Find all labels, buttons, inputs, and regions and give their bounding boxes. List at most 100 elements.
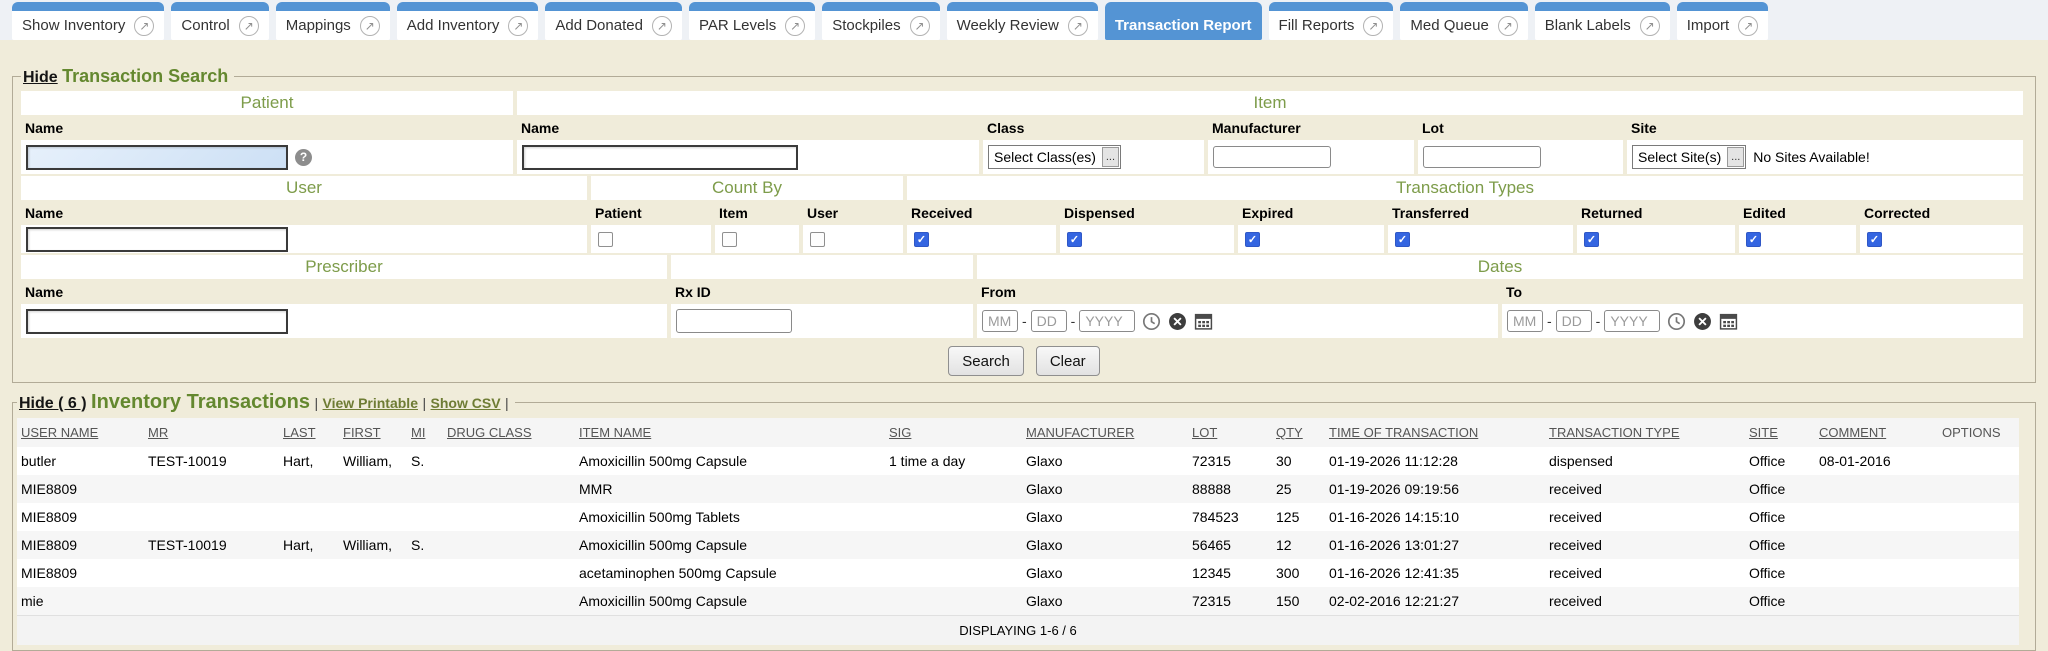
tab-par-levels[interactable]: PAR Levels↗ [689,2,815,40]
rx-id-input[interactable] [676,309,792,333]
type-transferred-checkbox[interactable]: ✓ [1395,232,1410,247]
type-dispensed-cell: ✓ [1060,225,1234,253]
external-link-icon[interactable]: ↗ [508,16,528,36]
column-header-time-of-transaction[interactable]: TIME OF TRANSACTION [1325,418,1545,447]
column-header-first[interactable]: FIRST [339,418,407,447]
type-edited-cell: ✓ [1739,225,1856,253]
item-name-input[interactable] [522,145,798,170]
external-link-icon[interactable]: ↗ [1068,16,1088,36]
column-header-manufacturer[interactable]: MANUFACTURER [1022,418,1188,447]
tab-med-queue[interactable]: Med Queue↗ [1400,2,1527,40]
column-label[interactable]: DRUG CLASS [447,425,532,440]
column-label[interactable]: TIME OF TRANSACTION [1329,425,1478,440]
column-header-drug-class[interactable]: DRUG CLASS [443,418,575,447]
type-corrected-checkbox[interactable]: ✓ [1867,232,1882,247]
column-label[interactable]: SIG [889,425,911,440]
tab-add-inventory[interactable]: Add Inventory↗ [397,2,539,40]
show-csv-link[interactable]: Show CSV [431,395,501,411]
column-label[interactable]: LAST [283,425,316,440]
external-link-icon[interactable]: ↗ [1498,16,1518,36]
tab-blank-labels[interactable]: Blank Labels↗ [1535,2,1670,40]
tab-import[interactable]: Import↗ [1677,2,1769,40]
column-label[interactable]: TRANSACTION TYPE [1549,425,1680,440]
to-month-input[interactable] [1507,310,1543,332]
column-label[interactable]: FIRST [343,425,381,440]
external-link-icon[interactable]: ↗ [360,16,380,36]
external-link-icon[interactable]: ↗ [1363,16,1383,36]
external-link-icon[interactable]: ↗ [785,16,805,36]
column-header-mr[interactable]: MR [144,418,279,447]
column-header-item-name[interactable]: ITEM NAME [575,418,885,447]
patient-name-input[interactable] [26,145,288,170]
type-dispensed-checkbox[interactable]: ✓ [1067,232,1082,247]
column-label[interactable]: MANUFACTURER [1026,425,1134,440]
column-header-site[interactable]: SITE [1745,418,1815,447]
prescriber-name-input[interactable] [26,309,288,334]
to-day-input[interactable] [1556,310,1592,332]
lot-input[interactable] [1423,146,1541,168]
count-by-user-checkbox[interactable] [810,232,825,247]
tab-stockpiles[interactable]: Stockpiles↗ [822,2,939,40]
hide-results-link[interactable]: Hide ( 6 ) [19,395,87,412]
type-returned-checkbox[interactable]: ✓ [1584,232,1599,247]
count-by-item-checkbox[interactable] [722,232,737,247]
column-header-qty[interactable]: QTY [1272,418,1325,447]
tab-weekly-review[interactable]: Weekly Review↗ [947,2,1098,40]
from-year-input[interactable] [1079,310,1135,332]
type-received-checkbox[interactable]: ✓ [914,232,929,247]
tab-mappings[interactable]: Mappings↗ [276,2,390,40]
tab-fill-reports[interactable]: Fill Reports↗ [1269,2,1394,40]
from-clock-icon[interactable] [1142,312,1161,331]
section-header-row-1: Patient Item [21,91,2027,115]
from-clear-icon[interactable] [1168,312,1187,331]
external-link-icon[interactable]: ↗ [910,16,930,36]
from-month-input[interactable] [982,310,1018,332]
view-printable-link[interactable]: View Printable [323,395,418,411]
search-button[interactable]: Search [948,346,1024,376]
help-icon[interactable]: ? [295,149,312,166]
column-label[interactable]: SITE [1749,425,1778,440]
to-year-input[interactable] [1604,310,1660,332]
column-header-comment[interactable]: COMMENT [1815,418,1938,447]
column-label[interactable]: LOT [1192,425,1217,440]
column-header-mi[interactable]: MI [407,418,443,447]
hide-search-link[interactable]: Hide [23,69,58,86]
external-link-icon[interactable]: ↗ [652,16,672,36]
tab-show-inventory[interactable]: Show Inventory↗ [12,2,164,40]
column-label[interactable]: MI [411,425,425,440]
from-calendar-icon[interactable] [1194,312,1213,331]
external-link-icon[interactable]: ↗ [1738,16,1758,36]
tab-transaction-report[interactable]: Transaction Report [1105,2,1262,40]
clear-button[interactable]: Clear [1036,346,1100,376]
user-name-input[interactable] [26,227,288,252]
legend-separator: | [314,395,318,411]
column-header-last[interactable]: LAST [279,418,339,447]
select-sites-button[interactable]: Select Site(s) ... [1632,145,1746,169]
class-ellipsis-button[interactable]: ... [1102,147,1119,167]
external-link-icon[interactable]: ↗ [239,16,259,36]
type-edited-checkbox[interactable]: ✓ [1746,232,1761,247]
type-expired-checkbox[interactable]: ✓ [1245,232,1260,247]
column-header-transaction-type[interactable]: TRANSACTION TYPE [1545,418,1745,447]
external-link-icon[interactable]: ↗ [134,16,154,36]
column-label[interactable]: QTY [1276,425,1303,440]
column-label[interactable]: MR [148,425,168,440]
column-label[interactable]: USER NAME [21,425,98,440]
from-day-input[interactable] [1031,310,1067,332]
external-link-icon[interactable]: ↗ [1640,16,1660,36]
to-clear-icon[interactable] [1693,312,1712,331]
column-header-sig[interactable]: SIG [885,418,1022,447]
count-by-patient-checkbox[interactable] [598,232,613,247]
to-calendar-icon[interactable] [1719,312,1738,331]
tab-add-donated[interactable]: Add Donated↗ [545,2,682,40]
legend-separator: | [505,395,509,411]
column-header-lot[interactable]: LOT [1188,418,1272,447]
manufacturer-input[interactable] [1213,146,1331,168]
column-label[interactable]: ITEM NAME [579,425,651,440]
column-header-user-name[interactable]: USER NAME [17,418,144,447]
site-ellipsis-button[interactable]: ... [1727,147,1744,167]
to-clock-icon[interactable] [1667,312,1686,331]
select-classes-button[interactable]: Select Class(es) ... [988,145,1121,169]
tab-control[interactable]: Control↗ [171,2,268,40]
column-label[interactable]: COMMENT [1819,425,1886,440]
